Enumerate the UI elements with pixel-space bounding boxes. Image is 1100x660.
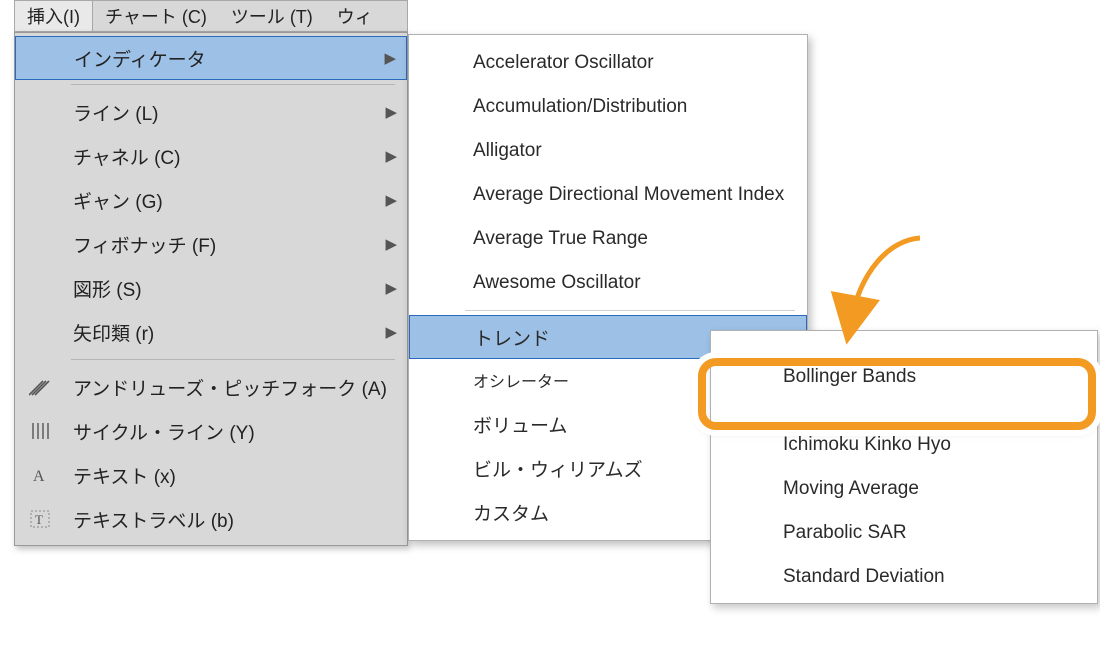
- label: チャート (C): [105, 3, 207, 29]
- cycle-line-icon: [25, 420, 73, 442]
- label: ギャン (G): [73, 187, 385, 214]
- menu-separator: [71, 359, 395, 360]
- menu-item-shape[interactable]: 図形 (S) ▶: [15, 266, 407, 310]
- menu-item-moving-average[interactable]: Moving Average: [711, 467, 1097, 511]
- menu-item-indicators[interactable]: インディケータ ▶: [15, 36, 407, 80]
- insert-menu: インディケータ ▶ ライン (L) ▶ チャネル (C) ▶ ギャン (G) ▶…: [14, 32, 408, 546]
- menu-item-fibonacci[interactable]: フィボナッチ (F) ▶: [15, 222, 407, 266]
- menu-item-text[interactable]: A テキスト (x): [15, 453, 407, 497]
- menubar-item-chart[interactable]: チャート (C): [93, 1, 219, 31]
- menu-item-accelerator-oscillator[interactable]: Accelerator Oscillator: [409, 41, 807, 85]
- text-icon: A: [25, 464, 73, 486]
- menu-item-adx[interactable]: Average Directional Movement Index: [409, 173, 807, 217]
- menubar-item-tool[interactable]: ツール (T): [219, 1, 325, 31]
- blank-icon: [25, 322, 73, 342]
- label: カスタム: [473, 499, 549, 526]
- chevron-right-icon: ▶: [385, 279, 397, 297]
- menubar-item-insert[interactable]: 挿入(I): [15, 1, 93, 31]
- label: ライン (L): [73, 99, 385, 126]
- menu-item-line[interactable]: ライン (L) ▶: [15, 90, 407, 134]
- chevron-right-icon: ▶: [385, 147, 397, 165]
- label: Standard Deviation: [783, 566, 945, 588]
- label: Accelerator Oscillator: [473, 52, 654, 74]
- label: Bollinger Bands: [783, 366, 916, 388]
- label: 挿入(I): [27, 3, 80, 29]
- menubar: 挿入(I) チャート (C) ツール (T) ウィ: [14, 0, 408, 32]
- label: ビル・ウィリアムズ: [473, 455, 643, 482]
- label: Alligator: [473, 140, 542, 162]
- menu-item-bollinger-bands[interactable]: Bollinger Bands: [711, 355, 1097, 399]
- menu-item-alligator[interactable]: Alligator: [409, 129, 807, 173]
- menu-item-atr[interactable]: Average True Range: [409, 217, 807, 261]
- menu-item-channel[interactable]: チャネル (C) ▶: [15, 134, 407, 178]
- text-label-icon: T: [25, 508, 73, 530]
- chevron-right-icon: ▶: [385, 103, 397, 121]
- svg-text:A: A: [33, 468, 45, 485]
- menu-item-awesome-oscillator[interactable]: Awesome Oscillator: [409, 261, 807, 305]
- chevron-right-icon: ▶: [385, 323, 397, 341]
- pitchfork-icon: [25, 376, 73, 398]
- label: Accumulation/Distribution: [473, 96, 687, 118]
- label: ボリューム: [473, 411, 567, 438]
- label: アンドリューズ・ピッチフォーク (A): [73, 374, 397, 401]
- label: 図形 (S): [73, 275, 385, 302]
- chevron-right-icon: ▶: [385, 235, 397, 253]
- label: テキスト (x): [73, 462, 397, 489]
- menu-item-text-label[interactable]: T テキストラベル (b): [15, 497, 407, 541]
- blank-icon: [25, 190, 73, 210]
- menu-item-ichimoku[interactable]: Ichimoku Kinko Hyo: [711, 423, 1097, 467]
- label: Awesome Oscillator: [473, 272, 641, 294]
- menubar-item-window[interactable]: ウィ: [325, 1, 385, 31]
- label: フィボナッチ (F): [73, 231, 385, 258]
- label: Ichimoku Kinko Hyo: [783, 434, 951, 456]
- label: インディケータ: [74, 45, 384, 72]
- label: トレンド: [474, 324, 550, 351]
- chevron-right-icon: ▶: [384, 49, 396, 67]
- label: Moving Average: [783, 478, 919, 500]
- label: ツール (T): [231, 3, 313, 29]
- svg-text:T: T: [35, 512, 43, 527]
- label: チャネル (C): [73, 143, 385, 170]
- label: サイクル・ライン (Y): [73, 418, 397, 445]
- blank-icon: [25, 278, 73, 298]
- menu-item-cycle-line[interactable]: サイクル・ライン (Y): [15, 409, 407, 453]
- menu-item-accumulation-distribution[interactable]: Accumulation/Distribution: [409, 85, 807, 129]
- menu-item-parabolic-sar[interactable]: Parabolic SAR: [711, 511, 1097, 555]
- menu-separator: [465, 310, 795, 311]
- menu-separator: [71, 84, 395, 85]
- menu-item-arrow[interactable]: 矢印類 (r) ▶: [15, 310, 407, 354]
- label: オシレーター: [473, 368, 569, 392]
- chevron-right-icon: ▶: [385, 191, 397, 209]
- menu-item-andrews-pitchfork[interactable]: アンドリューズ・ピッチフォーク (A): [15, 365, 407, 409]
- blank-icon: [26, 48, 74, 68]
- menu-item-standard-deviation[interactable]: Standard Deviation: [711, 555, 1097, 599]
- label: テキストラベル (b): [73, 506, 397, 533]
- menu-item-gann[interactable]: ギャン (G) ▶: [15, 178, 407, 222]
- blank-icon: [25, 234, 73, 254]
- label: ウィ: [337, 3, 373, 29]
- trend-menu: A Bollinger Bands Envelopes Ichimoku Kin…: [710, 330, 1098, 604]
- label: Average Directional Movement Index: [473, 184, 784, 206]
- label: 矢印類 (r): [73, 319, 385, 346]
- blank-icon: [25, 146, 73, 166]
- label: Average True Range: [473, 228, 648, 250]
- label: Parabolic SAR: [783, 522, 907, 544]
- blank-icon: [25, 102, 73, 122]
